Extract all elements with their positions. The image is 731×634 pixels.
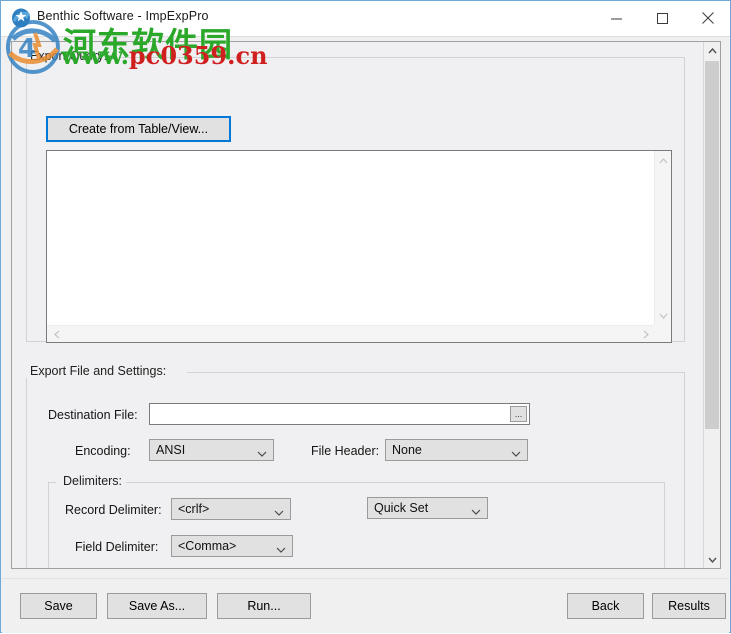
scroll-down-icon[interactable] — [655, 308, 671, 324]
file-header-value: None — [392, 443, 422, 457]
scroll-left-icon[interactable] — [49, 326, 65, 342]
export-file-settings-legend: Export File and Settings: — [26, 364, 171, 378]
record-delimiter-label: Record Delimiter: — [65, 503, 162, 517]
group-border-segment — [120, 482, 665, 483]
field-delimiter-label: Field Delimiter: — [75, 540, 159, 554]
benthic-app-icon — [10, 7, 32, 29]
query-vertical-scrollbar[interactable] — [654, 151, 671, 326]
minimize-button[interactable] — [593, 1, 639, 35]
scrollable-content-panel: Export Query: Create from Table/View... — [11, 41, 721, 569]
encoding-value: ANSI — [156, 443, 186, 457]
group-border-segment — [120, 57, 685, 58]
delimiters-group — [48, 482, 665, 568]
scroll-down-icon[interactable] — [704, 551, 720, 568]
scrollbar-thumb[interactable] — [705, 61, 719, 429]
query-editor[interactable] — [46, 150, 672, 343]
maximize-icon — [656, 12, 668, 24]
panel-vertical-scrollbar[interactable] — [703, 42, 720, 568]
close-icon — [702, 12, 714, 24]
chevron-down-icon — [511, 447, 521, 461]
window-title: Benthic Software - ImpExpPro — [37, 9, 209, 23]
file-header-label: File Header: — [311, 444, 380, 458]
record-delimiter-value: <crlf> — [178, 502, 210, 516]
content-inner: Export Query: Create from Table/View... — [12, 42, 705, 568]
title-bar: Benthic Software - ImpExpPro — [1, 1, 730, 37]
record-delimiter-dropdown[interactable]: <crlf> — [171, 498, 291, 520]
application-window: Benthic Software - ImpExpPro Export Quer — [0, 0, 731, 633]
encoding-dropdown[interactable]: ANSI — [149, 439, 274, 461]
chevron-down-icon — [471, 505, 481, 519]
destination-file-label: Destination File: — [48, 408, 138, 422]
scroll-up-icon[interactable] — [655, 153, 671, 169]
quick-set-dropdown[interactable]: Quick Set — [367, 497, 488, 519]
back-button[interactable]: Back — [567, 593, 644, 619]
run-button[interactable]: Run... — [217, 593, 311, 619]
maximize-button[interactable] — [639, 1, 685, 35]
scroll-right-icon[interactable] — [638, 326, 654, 342]
field-delimiter-value: <Comma> — [178, 539, 237, 553]
scrollbar-corner — [654, 325, 671, 342]
results-button[interactable]: Results — [652, 593, 726, 619]
delimiters-legend: Delimiters: — [59, 474, 127, 488]
save-button[interactable]: Save — [20, 593, 97, 619]
field-delimiter-dropdown[interactable]: <Comma> — [171, 535, 293, 557]
quick-set-value: Quick Set — [374, 501, 429, 515]
save-as-button[interactable]: Save As... — [107, 593, 207, 619]
dialog-button-bar: Save Save As... Run... Back Results — [2, 578, 729, 633]
create-from-table-view-button[interactable]: Create from Table/View... — [46, 116, 231, 142]
export-query-legend: Export Query: — [26, 49, 112, 63]
query-horizontal-scrollbar[interactable] — [47, 325, 656, 342]
destination-file-input[interactable]: ... — [149, 403, 530, 425]
chevron-down-icon — [274, 506, 284, 520]
file-header-dropdown[interactable]: None — [385, 439, 528, 461]
chevron-down-icon — [276, 543, 286, 557]
encoding-label: Encoding: — [75, 444, 131, 458]
group-border-segment — [48, 482, 56, 483]
scroll-up-icon[interactable] — [704, 42, 720, 59]
close-button[interactable] — [685, 1, 731, 35]
group-border-segment — [187, 372, 685, 373]
destination-file-browse-button[interactable]: ... — [510, 406, 527, 422]
query-text-input[interactable] — [47, 151, 655, 326]
minimize-icon — [610, 18, 622, 19]
chevron-down-icon — [257, 447, 267, 461]
